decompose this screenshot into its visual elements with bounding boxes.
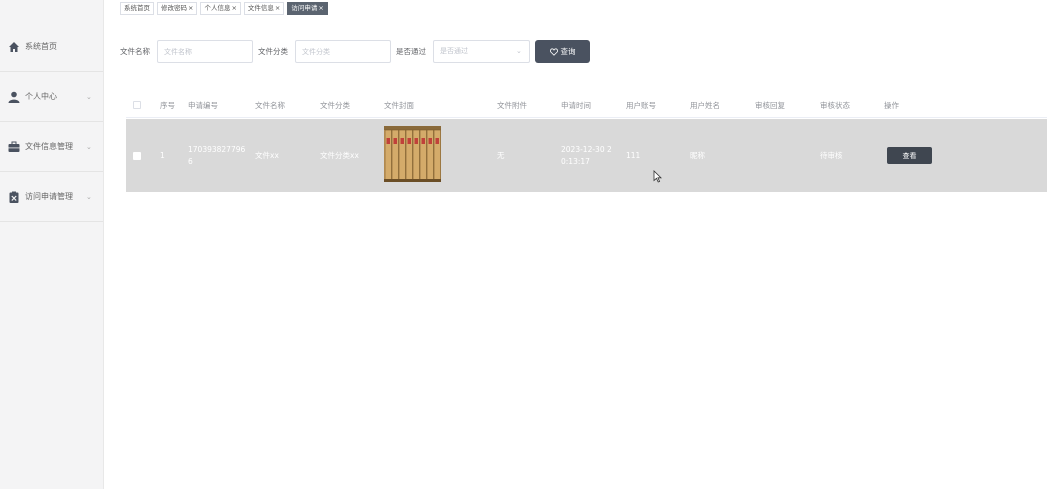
- apply-time-line: 0:13:17: [561, 157, 590, 166]
- user-icon: [8, 91, 20, 103]
- tab-personal-info[interactable]: 个人信息×: [200, 2, 241, 15]
- column-header: 文件名称: [255, 101, 285, 110]
- sidebar-item-home[interactable]: 系统首页: [0, 22, 103, 72]
- sidebar-item-access-request[interactable]: 访问申请管理 ⌄: [0, 172, 103, 222]
- file-cover-image: [384, 126, 441, 182]
- chevron-down-icon: ⌄: [86, 92, 92, 101]
- tab-access-request[interactable]: 访问申请×: [287, 2, 328, 15]
- query-button[interactable]: 查询: [535, 40, 590, 63]
- sidebar: 系统首页 个人中心 ⌄ 文件信息管理 ⌄ 访问申请管理 ⌄: [0, 0, 104, 489]
- column-header: 用户账号: [626, 101, 656, 110]
- close-icon[interactable]: ×: [231, 4, 236, 12]
- row-checkbox[interactable]: [133, 152, 141, 160]
- heart-icon: [549, 47, 558, 56]
- column-header: 序号: [160, 101, 175, 110]
- close-icon[interactable]: ×: [275, 4, 280, 12]
- tab-file-info[interactable]: 文件信息×: [243, 2, 285, 15]
- file-name-input[interactable]: [157, 40, 253, 63]
- tab-home[interactable]: 系统首页: [120, 2, 154, 15]
- briefcase-icon: [8, 141, 20, 152]
- tabs-bar: 系统首页 修改密码× 个人信息× 文件信息× 访问申请×: [120, 2, 328, 15]
- approved-label: 是否通过: [396, 47, 426, 56]
- file-name-label: 文件名称: [120, 47, 150, 56]
- file-attachment: 无: [497, 151, 505, 160]
- user-account: 111: [626, 151, 641, 160]
- apply-time-line: 2023-12-30 2: [561, 145, 612, 154]
- apply-time: 2023-12-30 2 0:13:17: [561, 144, 612, 168]
- column-header: 审核状态: [820, 101, 850, 110]
- sidebar-item-label: 个人中心: [25, 92, 57, 101]
- home-icon: [9, 42, 19, 52]
- column-header: 文件附件: [497, 101, 527, 110]
- row-index: 1: [160, 151, 165, 160]
- tab-change-password[interactable]: 修改密码×: [157, 2, 198, 15]
- tab-label: 访问申请: [291, 4, 318, 12]
- column-header: 申请编号: [188, 101, 218, 110]
- sidebar-item-file-management[interactable]: 文件信息管理 ⌄: [0, 122, 103, 172]
- chevron-down-icon: ⌄: [86, 142, 92, 151]
- column-header: 审核回复: [755, 101, 785, 110]
- file-name: 文件xx: [255, 151, 279, 160]
- apply-number: 170393827796 6: [188, 144, 245, 168]
- select-all-checkbox[interactable]: [133, 101, 141, 109]
- file-category: 文件分类xx: [320, 151, 359, 160]
- column-header: 申请时间: [561, 101, 591, 110]
- tab-label: 个人信息: [204, 4, 231, 12]
- chevron-down-icon: ⌄: [516, 47, 522, 55]
- table-header: 序号 申请编号 文件名称 文件分类 文件封面 文件附件 申请时间 用户账号 用户…: [126, 91, 1047, 118]
- chevron-down-icon: ⌄: [86, 192, 92, 201]
- apply-number-line: 170393827796: [188, 145, 246, 154]
- binders-image: [384, 126, 441, 182]
- tab-label: 修改密码: [161, 4, 187, 12]
- close-icon[interactable]: ×: [188, 4, 193, 12]
- sidebar-item-label: 访问申请管理: [25, 192, 73, 201]
- close-icon[interactable]: ×: [318, 4, 323, 12]
- file-category-label: 文件分类: [258, 47, 288, 56]
- user-name: 昵称: [690, 151, 705, 160]
- sidebar-item-label: 文件信息管理: [25, 142, 73, 151]
- query-button-label: 查询: [560, 47, 576, 56]
- column-header: 用户姓名: [690, 101, 720, 110]
- file-category-input[interactable]: [295, 40, 391, 63]
- tab-label: 系统首页: [124, 4, 150, 12]
- apply-number-line: 6: [188, 157, 193, 166]
- mouse-cursor-icon: [653, 170, 662, 183]
- view-button[interactable]: 查看: [887, 147, 932, 164]
- tab-label: 文件信息: [247, 4, 274, 12]
- sidebar-item-label: 系统首页: [25, 42, 57, 51]
- table-row[interactable]: 1 170393827796 6 文件xx 文件分类xx 无 2023-12-3…: [126, 119, 1047, 192]
- review-status: 待审核: [820, 151, 843, 160]
- column-header: 文件封面: [384, 101, 414, 110]
- column-header: 操作: [884, 101, 899, 110]
- clipboard-icon: [9, 191, 19, 203]
- sidebar-item-personal-center[interactable]: 个人中心 ⌄: [0, 72, 103, 122]
- column-header: 文件分类: [320, 101, 350, 110]
